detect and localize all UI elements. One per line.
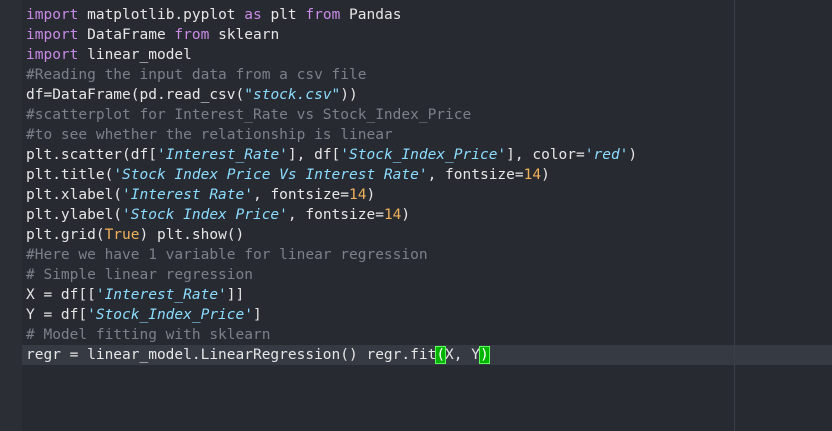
code-line[interactable]: #Reading the input data from a csv file — [26, 65, 832, 85]
code-line[interactable]: # Model fitting with sklearn — [26, 325, 832, 345]
code-token-plain: ] — [252, 307, 262, 323]
code-line[interactable]: #scatterplot for Interest_Rate vs Stock_… — [26, 105, 832, 125]
vertical-scrollbar[interactable] — [820, 0, 832, 431]
code-token-plain: ]] — [226, 287, 245, 303]
code-token-string: 'Stock Index Price Vs Interest Rate' — [113, 167, 428, 183]
code-line[interactable]: Y = df['Stock_Index_Price'] — [26, 305, 832, 325]
code-token-number: 14 — [523, 167, 542, 183]
code-token-plain: , fontsize= — [252, 187, 350, 203]
code-token-plain: ) — [366, 187, 376, 203]
code-line[interactable]: X = df[['Interest_Rate']] — [26, 285, 832, 305]
code-token-plain: ], df[ — [287, 147, 341, 163]
code-token-plain: plt.scatter(df[ — [26, 147, 157, 163]
code-token-comment: #scatterplot for Interest_Rate vs Stock_… — [26, 107, 472, 123]
code-token-string: 'Interest Rate' — [122, 187, 253, 203]
code-line[interactable]: #Here we have 1 variable for linear regr… — [26, 245, 832, 265]
code-token-number: True — [104, 227, 140, 243]
code-token-string: 'Stock Index Price' — [122, 207, 288, 223]
code-line-current[interactable]: regr = linear_model.LinearRegression() r… — [22, 345, 832, 365]
code-token-plain: X, Y — [445, 347, 480, 363]
code-token-keyword: from — [305, 7, 341, 23]
code-token-plain: ) — [401, 207, 411, 223]
code-token-keyword: as — [244, 7, 262, 23]
code-token-plain: plt.xlabel( — [26, 187, 123, 203]
code-line[interactable]: plt.xlabel('Interest Rate', fontsize=14) — [26, 185, 832, 205]
code-token-comment: #to see whether the relationship is line… — [26, 127, 393, 143]
code-token-string: 'Stock_Index_Price' — [340, 147, 507, 163]
code-token-plain: matplotlib.pyplot — [78, 7, 245, 23]
code-token-comment: #Here we have 1 variable for linear regr… — [26, 247, 428, 263]
code-token-number: 14 — [349, 187, 367, 203]
code-line[interactable]: # Simple linear regression — [26, 265, 832, 285]
code-token-plain: df=DataFrame(pd.read_csv( — [26, 87, 245, 103]
code-line[interactable]: import linear_model — [26, 45, 832, 65]
code-token-string: "stock.csv" — [244, 87, 341, 103]
code-token-comment: # Model fitting with sklearn — [26, 327, 271, 343]
code-area[interactable]: import matplotlib.pyplot as plt from Pan… — [22, 5, 832, 431]
code-token-bracket-match: ) — [478, 346, 490, 364]
code-token-plain: ) plt.show() — [139, 227, 245, 243]
code-line[interactable]: import DataFrame from sklearn — [26, 25, 832, 45]
code-line[interactable]: plt.ylabel('Stock Index Price', fontsize… — [26, 205, 832, 225]
code-token-plain: DataFrame — [78, 27, 175, 43]
code-token-plain: Y = df[ — [26, 307, 88, 323]
code-line[interactable]: plt.scatter(df['Interest_Rate'], df['Sto… — [26, 145, 832, 165]
code-token-plain: plt.title( — [26, 167, 114, 183]
line-gutter — [0, 0, 22, 431]
code-token-keyword: import — [26, 7, 79, 23]
code-token-plain: ], color= — [506, 147, 585, 163]
code-token-keyword: import — [26, 47, 79, 63]
code-line[interactable]: import matplotlib.pyplot as plt from Pan… — [26, 5, 832, 25]
code-token-string: 'Interest_Rate' — [95, 287, 227, 303]
code-token-plain: regr = linear_model.LinearRegression() r… — [26, 347, 437, 363]
code-token-plain: ) — [628, 147, 638, 163]
code-token-plain: , fontsize= — [427, 167, 524, 183]
code-line[interactable]: #to see whether the relationship is line… — [26, 125, 832, 145]
code-token-plain: plt.grid( — [26, 227, 105, 243]
code-editor[interactable]: import matplotlib.pyplot as plt from Pan… — [0, 0, 832, 431]
code-token-plain: X = df[[ — [26, 287, 96, 303]
code-token-plain: sklearn — [209, 27, 280, 43]
code-token-plain: plt — [261, 7, 306, 23]
code-token-plain: )) — [340, 87, 358, 103]
code-token-plain: , fontsize= — [287, 207, 384, 223]
code-line[interactable]: plt.title('Stock Index Price Vs Interest… — [26, 165, 832, 185]
column-ruler — [734, 0, 735, 431]
code-line[interactable]: plt.grid(True) plt.show() — [26, 225, 832, 245]
code-line[interactable]: df=DataFrame(pd.read_csv("stock.csv")) — [26, 85, 832, 105]
code-token-bracket-match: ( — [435, 346, 447, 364]
code-token-number: 14 — [383, 207, 402, 223]
code-token-plain: ) — [541, 167, 550, 183]
code-token-string: 'red' — [584, 147, 629, 163]
code-token-plain: Pandas — [340, 7, 402, 23]
code-token-comment: # Simple linear regression — [26, 267, 253, 283]
code-token-plain: plt.ylabel( — [26, 207, 123, 223]
code-token-comment: #Reading the input data from a csv file — [26, 67, 367, 83]
code-token-keyword: from — [174, 27, 210, 43]
code-token-keyword: import — [26, 27, 79, 43]
code-token-string: 'Interest_Rate' — [156, 147, 288, 163]
code-token-plain: linear_model — [78, 47, 192, 63]
code-token-string: 'Stock_Index_Price' — [87, 307, 253, 323]
